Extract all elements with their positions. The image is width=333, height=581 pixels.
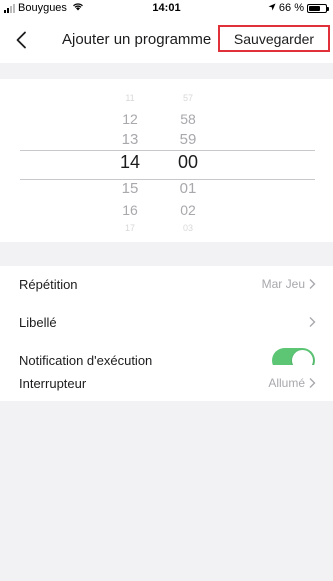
- back-button[interactable]: [10, 29, 32, 51]
- save-button[interactable]: Sauvegarder: [218, 25, 330, 52]
- status-bar: Bouygues 14:01 66 %: [0, 0, 333, 17]
- repetition-label: Répétition: [19, 276, 78, 292]
- interrupteur-value: Allumé: [268, 376, 305, 390]
- battery-fill: [309, 5, 320, 11]
- location-arrow-icon: [268, 3, 276, 13]
- hour-wheel[interactable]: 11 12 13 14 15 16 17: [100, 79, 160, 242]
- settings-group-main: Répétition Mar Jeu Libellé Notification …: [0, 266, 333, 380]
- chevron-left-icon: [16, 31, 26, 49]
- row-libelle[interactable]: Libellé: [0, 304, 333, 340]
- hour-option[interactable]: 15: [100, 180, 160, 197]
- minute-option[interactable]: 01: [158, 180, 218, 197]
- battery-percent: 66 %: [278, 2, 304, 14]
- libelle-label: Libellé: [19, 314, 57, 330]
- minute-option[interactable]: 02: [158, 202, 218, 218]
- minute-option[interactable]: 59: [158, 131, 218, 148]
- hour-option[interactable]: 12: [100, 111, 160, 127]
- hour-option[interactable]: 13: [100, 131, 160, 148]
- minute-option[interactable]: 00: [158, 152, 218, 173]
- chevron-right-icon: [309, 317, 316, 327]
- minute-option[interactable]: 58: [158, 111, 218, 127]
- minute-wheel[interactable]: 57 58 59 00 01 02 03: [158, 79, 218, 242]
- row-repetition[interactable]: Répétition Mar Jeu: [0, 266, 333, 302]
- status-right: 66 %: [268, 2, 329, 14]
- nav-bar: Ajouter un programme Sauvegarder: [0, 17, 333, 63]
- repetition-value: Mar Jeu: [261, 277, 305, 291]
- interrupteur-label: Interrupteur: [19, 375, 87, 391]
- row-interrupteur[interactable]: Interrupteur Allumé: [0, 365, 333, 401]
- minute-option[interactable]: 57: [158, 93, 218, 103]
- chevron-right-icon: [309, 378, 316, 388]
- time-picker[interactable]: 11 12 13 14 15 16 17 57 58 59 00 01 02 03: [0, 79, 333, 242]
- hour-option[interactable]: 14: [100, 152, 160, 173]
- hour-option[interactable]: 17: [100, 223, 160, 233]
- hour-option[interactable]: 16: [100, 202, 160, 218]
- page-title: Ajouter un programme: [62, 31, 212, 48]
- minute-option[interactable]: 03: [158, 223, 218, 233]
- chevron-right-icon: [309, 279, 316, 289]
- hour-option[interactable]: 11: [100, 93, 160, 103]
- settings-group-switch: Interrupteur Allumé: [0, 365, 333, 401]
- battery-icon: [307, 3, 329, 13]
